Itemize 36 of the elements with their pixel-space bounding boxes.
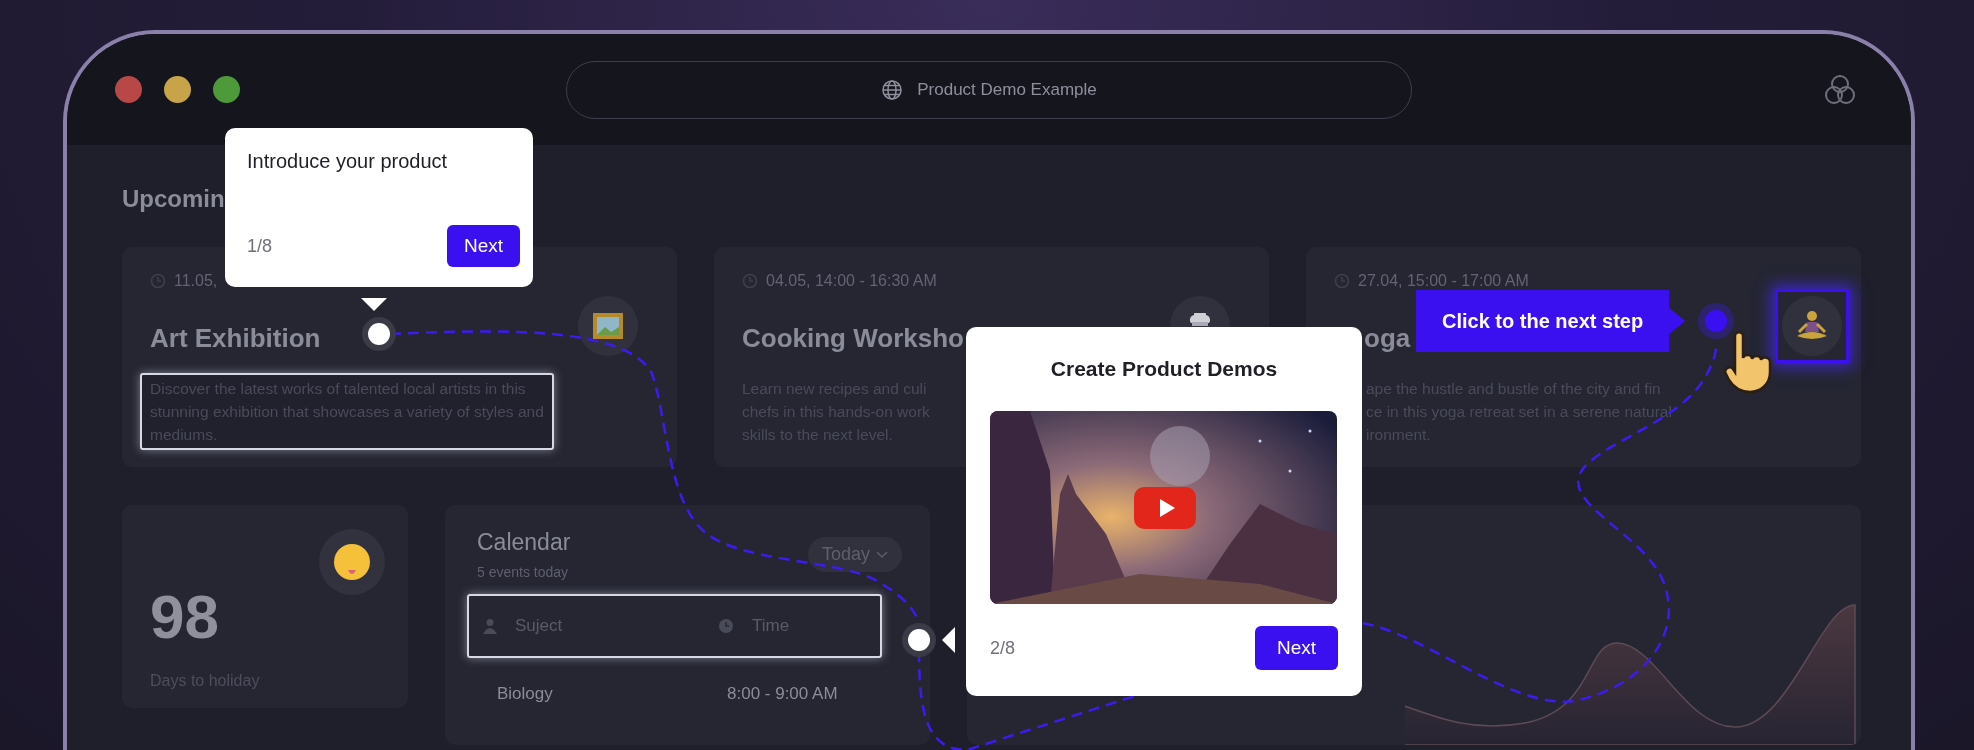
meditating-figure-icon xyxy=(1795,310,1829,342)
table-cell-text: 8:00 - 9:00 AM xyxy=(727,684,839,704)
event-time: 11.05, xyxy=(174,272,218,290)
chevron-icon xyxy=(876,550,888,559)
calendar-subtitle: 5 events today xyxy=(477,564,570,580)
event-time: 27.04, 15:00 - 17:00 AM xyxy=(1358,272,1529,290)
minimize-dot[interactable] xyxy=(164,76,191,103)
event-title: Cooking Worksho xyxy=(742,322,964,354)
globe-icon xyxy=(881,78,904,101)
popup-title: Create Product Demos xyxy=(1049,357,1279,381)
chef-hat-icon xyxy=(1189,312,1211,326)
event-time: 04.05, 14:00 - 16:30 AM xyxy=(766,272,937,290)
address-text: Product Demo Example xyxy=(917,79,1097,100)
section-title: Upcomin xyxy=(122,185,226,214)
framed-picture-icon xyxy=(592,312,624,340)
close-dot[interactable] xyxy=(115,76,142,103)
person-icon xyxy=(483,618,497,634)
play-button[interactable] xyxy=(1134,487,1196,529)
clock-icon xyxy=(742,273,758,289)
clock-icon xyxy=(1334,273,1350,289)
next-button[interactable]: Next xyxy=(1254,626,1338,670)
maximize-dot[interactable] xyxy=(213,76,240,103)
next-button[interactable]: Next xyxy=(446,225,520,267)
play-icon xyxy=(1158,498,1176,518)
table-cell-text: Biology xyxy=(497,684,554,704)
clock-icon xyxy=(718,618,734,634)
step-counter: 1/8 xyxy=(247,235,273,257)
hint-tooltip: Click to the next step xyxy=(1416,290,1686,352)
circles-icon[interactable] xyxy=(1823,72,1857,107)
clock-icon xyxy=(150,273,166,289)
event-title: oga xyxy=(1364,322,1411,354)
popup-title: Introduce your product xyxy=(247,150,449,173)
stat-value: 98 xyxy=(150,581,220,652)
step-counter: 2/8 xyxy=(990,637,1016,659)
event-title: Art Exhibition xyxy=(150,322,321,354)
calendar-title: Calendar xyxy=(477,529,571,556)
